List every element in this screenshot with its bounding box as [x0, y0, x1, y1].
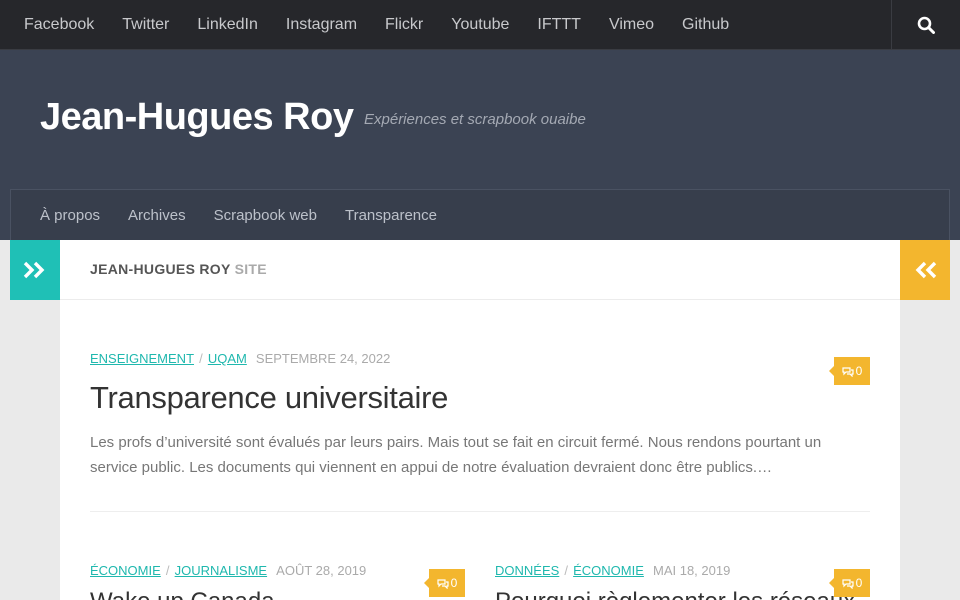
site-tagline: Expériences et scrapbook ouaibe	[364, 111, 586, 128]
social-link-flickr[interactable]: Flickr	[371, 0, 437, 50]
nav-item-scrapbook-web[interactable]: Scrapbook web	[200, 207, 331, 224]
post-divider	[90, 511, 870, 512]
category-separator: /	[199, 351, 203, 366]
comments-icon	[842, 578, 854, 589]
left-sidebar-toggle[interactable]	[10, 240, 60, 300]
page-title-sub: SITE	[234, 261, 267, 277]
post-date: AOÛT 28, 2019	[276, 563, 367, 578]
category-link[interactable]: ÉCONOMIE	[573, 563, 644, 578]
category-link[interactable]: JOURNALISME	[175, 563, 267, 578]
site-title[interactable]: Jean-Hugues Roy	[40, 96, 354, 139]
post-card: DONNÉES / ÉCONOMIE MAI 18, 2019 Pourquoi…	[495, 562, 870, 600]
category-link[interactable]: DONNÉES	[495, 563, 559, 578]
post-date: SEPTEMBRE 24, 2022	[255, 351, 391, 366]
post-title[interactable]: Wake up Canada	[90, 588, 465, 600]
double-chevron-left-icon	[915, 261, 937, 279]
comments-icon	[842, 366, 854, 377]
post-date: MAI 18, 2019	[653, 563, 731, 578]
social-nav-bar: Facebook Twitter LinkedIn Instagram Flic…	[0, 0, 960, 50]
social-links: Facebook Twitter LinkedIn Instagram Flic…	[10, 0, 743, 50]
comments-icon	[437, 578, 449, 589]
page-header: JEAN-HUGUES ROY SITE	[60, 240, 900, 300]
post-meta: ÉCONOMIE / JOURNALISME AOÛT 28, 2019	[90, 562, 465, 579]
search-button[interactable]	[891, 0, 960, 50]
social-link-vimeo[interactable]: Vimeo	[595, 0, 668, 50]
social-link-facebook[interactable]: Facebook	[10, 0, 108, 50]
category-separator: /	[564, 563, 569, 578]
social-link-twitter[interactable]: Twitter	[108, 0, 183, 50]
nav-item-a-propos[interactable]: À propos	[26, 207, 114, 224]
social-link-linkedin[interactable]: LinkedIn	[183, 0, 272, 50]
main-content: JEAN-HUGUES ROY SITE ENSEIGNEMENT / UQAM…	[60, 240, 900, 600]
featured-post: ENSEIGNEMENT / UQAM SEPTEMBRE 24, 2022 T…	[90, 350, 870, 480]
social-link-github[interactable]: Github	[668, 0, 743, 50]
category-link[interactable]: ENSEIGNEMENT	[90, 351, 194, 366]
category-separator: /	[165, 563, 170, 578]
social-link-youtube[interactable]: Youtube	[437, 0, 523, 50]
category-link[interactable]: UQAM	[208, 351, 247, 366]
right-sidebar-toggle[interactable]	[900, 240, 950, 300]
comment-count: 0	[855, 576, 863, 590]
comment-count: 0	[450, 576, 458, 590]
comment-count-badge[interactable]: 0	[829, 357, 870, 385]
comment-count-badge[interactable]: 0	[424, 569, 465, 597]
search-icon	[917, 16, 935, 34]
nav-item-transparence[interactable]: Transparence	[331, 207, 451, 224]
main-nav: À propos Archives Scrapbook web Transpar…	[10, 189, 950, 240]
post-meta: ENSEIGNEMENT / UQAM SEPTEMBRE 24, 2022	[90, 350, 870, 367]
post-card: ÉCONOMIE / JOURNALISME AOÛT 28, 2019 Wak…	[90, 562, 465, 600]
post-excerpt: Les profs d’université sont évalués par …	[90, 434, 822, 476]
post-title[interactable]: Transparence universitaire	[90, 380, 870, 416]
comment-count: 0	[855, 364, 863, 378]
social-link-ifttt[interactable]: IFTTT	[523, 0, 595, 50]
category-link[interactable]: ÉCONOMIE	[90, 563, 161, 578]
nav-item-archives[interactable]: Archives	[114, 207, 200, 224]
double-chevron-right-icon	[23, 261, 45, 279]
page-title: JEAN-HUGUES ROY SITE	[90, 261, 267, 277]
post-meta: DONNÉES / ÉCONOMIE MAI 18, 2019	[495, 562, 870, 579]
post-title[interactable]: Pourquoi règlementer les réseaux	[495, 588, 870, 600]
page-title-main: JEAN-HUGUES ROY	[90, 261, 231, 277]
social-link-instagram[interactable]: Instagram	[272, 0, 371, 50]
comment-count-badge[interactable]: 0	[829, 569, 870, 597]
